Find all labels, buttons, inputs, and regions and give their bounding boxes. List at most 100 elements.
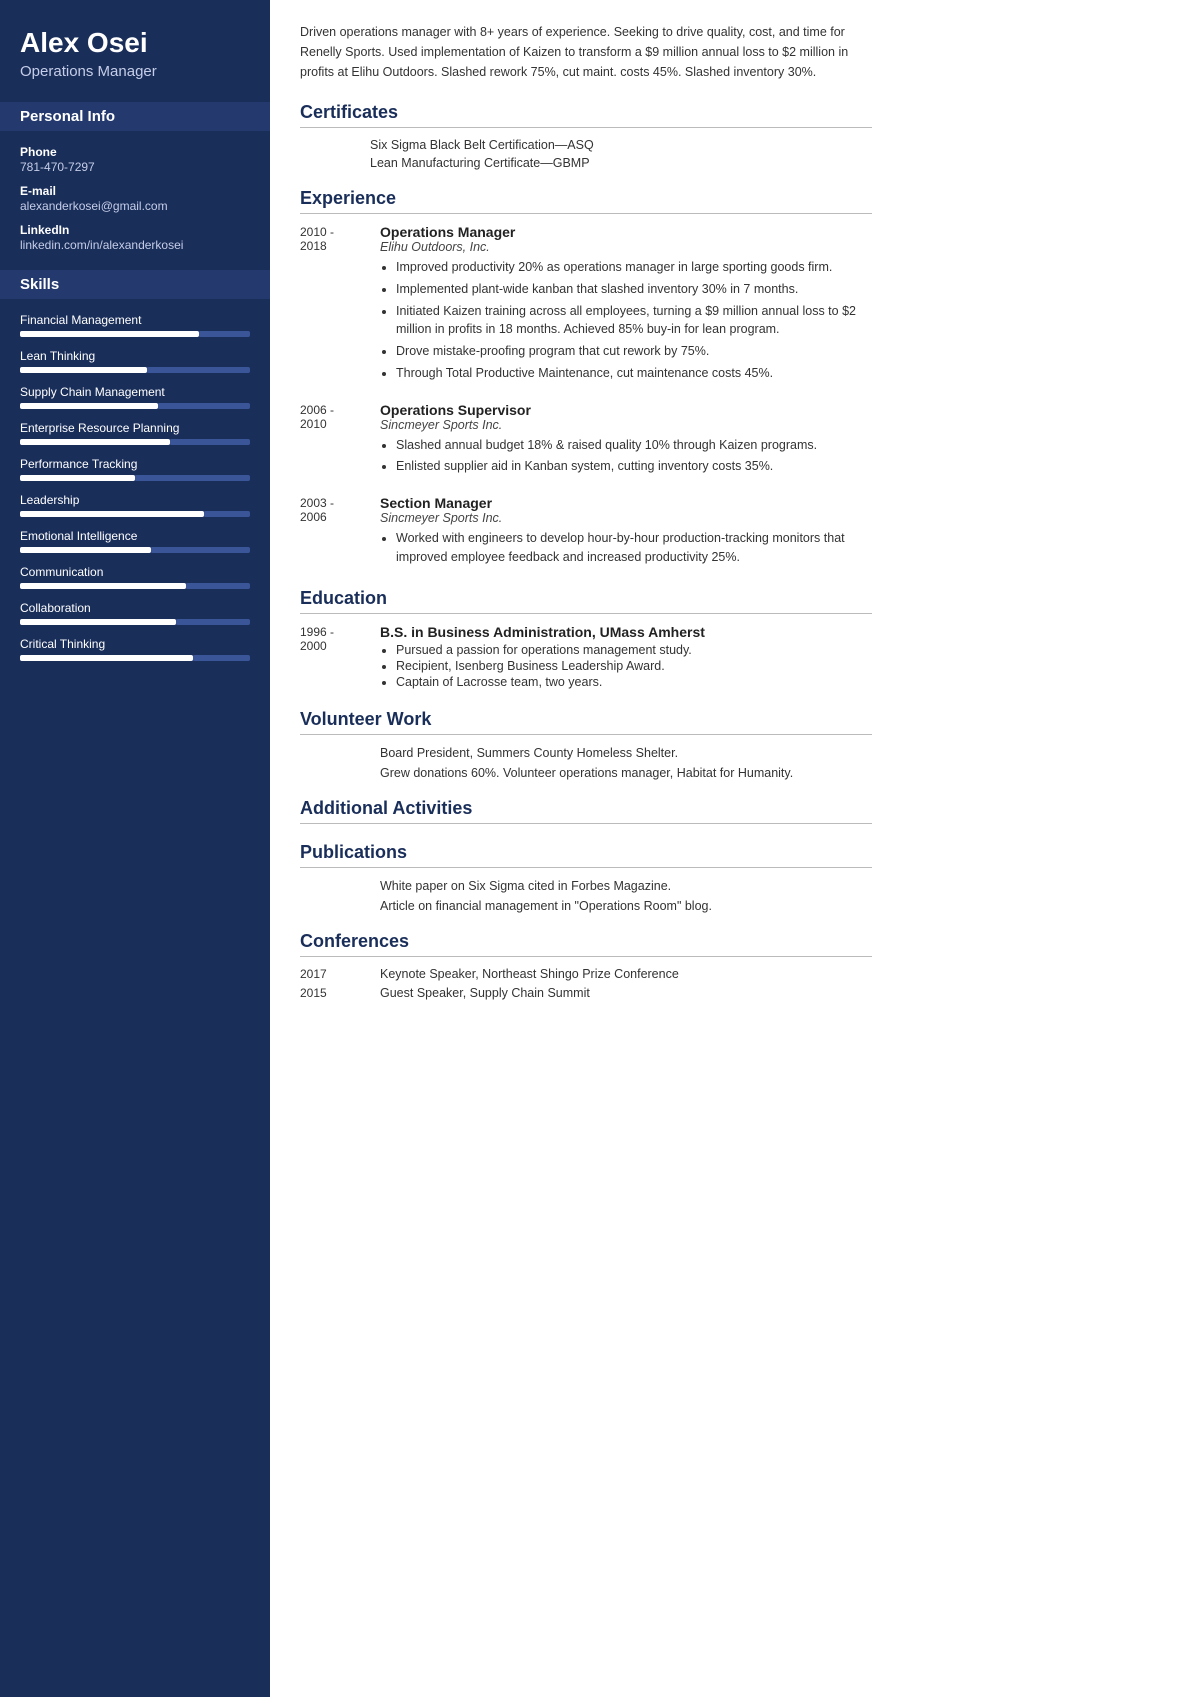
education-list: 1996 -2000 B.S. in Business Administrati… — [300, 624, 872, 691]
skill-bar — [20, 331, 250, 337]
skill-item: Enterprise Resource Planning — [20, 421, 250, 445]
publications-list: White paper on Six Sigma cited in Forbes… — [300, 878, 872, 913]
edu-degree: B.S. in Business Administration, UMass A… — [380, 624, 872, 640]
exp-bullet: Initiated Kaizen training across all emp… — [396, 302, 872, 340]
exp-content: Operations Manager Elihu Outdoors, Inc. … — [380, 224, 872, 386]
exp-job-title: Operations Manager — [380, 224, 872, 240]
cert-text: Lean Manufacturing Certificate—GBMP — [370, 156, 590, 170]
conferences-list: 2017 Keynote Speaker, Northeast Shingo P… — [300, 967, 872, 1000]
experience-entry: 2003 -2006 Section Manager Sincmeyer Spo… — [300, 495, 872, 570]
cert-text: Six Sigma Black Belt Certification—ASQ — [370, 138, 594, 152]
skill-bar — [20, 367, 250, 373]
experience-entry: 2010 -2018 Operations Manager Elihu Outd… — [300, 224, 872, 386]
exp-job-title: Section Manager — [380, 495, 872, 511]
volunteer-row: Grew donations 60%. Volunteer operations… — [380, 765, 872, 780]
skill-item: Collaboration — [20, 601, 250, 625]
main-content: Driven operations manager with 8+ years … — [270, 0, 900, 1697]
volunteer-list: Board President, Summers County Homeless… — [300, 745, 872, 780]
exp-dates: 2006 -2010 — [300, 402, 380, 480]
exp-dates: 2003 -2006 — [300, 495, 380, 570]
certificates-list: Six Sigma Black Belt Certification—ASQ Le… — [300, 138, 872, 170]
exp-content: Section Manager Sincmeyer Sports Inc. Wo… — [380, 495, 872, 570]
skill-bar — [20, 583, 250, 589]
skills-list: Financial Management Lean Thinking Suppl… — [20, 313, 250, 661]
sidebar: Alex Osei Operations Manager Personal In… — [0, 0, 270, 1697]
candidate-name: Alex Osei — [20, 28, 250, 59]
certificates-heading: Certificates — [300, 102, 872, 128]
edu-content: B.S. in Business Administration, UMass A… — [380, 624, 872, 691]
linkedin-label: LinkedIn — [20, 223, 250, 237]
conference-year: 2015 — [300, 986, 380, 1000]
skill-item: Lean Thinking — [20, 349, 250, 373]
exp-dates: 2010 -2018 — [300, 224, 380, 386]
exp-job-title: Operations Supervisor — [380, 402, 872, 418]
linkedin-value: linkedin.com/in/alexanderkosei — [20, 238, 250, 252]
experience-list: 2010 -2018 Operations Manager Elihu Outd… — [300, 224, 872, 570]
skill-item: Critical Thinking — [20, 637, 250, 661]
phone-label: Phone — [20, 145, 250, 159]
exp-company: Elihu Outdoors, Inc. — [380, 240, 872, 254]
edu-bullet: Pursued a passion for operations managem… — [396, 643, 872, 657]
conferences-heading: Conferences — [300, 931, 872, 957]
additional-heading: Additional Activities — [300, 798, 872, 824]
edu-bullet: Recipient, Isenberg Business Leadership … — [396, 659, 872, 673]
skill-name: Leadership — [20, 493, 250, 507]
conference-entry: 2017 Keynote Speaker, Northeast Shingo P… — [300, 967, 872, 981]
volunteer-heading: Volunteer Work — [300, 709, 872, 735]
skill-bar — [20, 475, 250, 481]
skill-name: Communication — [20, 565, 250, 579]
skill-name: Critical Thinking — [20, 637, 250, 651]
volunteer-text: Board President, Summers County Homeless… — [380, 746, 678, 760]
exp-bullet: Slashed annual budget 18% & raised quali… — [396, 436, 872, 455]
exp-content: Operations Supervisor Sincmeyer Sports I… — [380, 402, 872, 480]
skill-bar — [20, 655, 250, 661]
skill-name: Emotional Intelligence — [20, 529, 250, 543]
exp-company: Sincmeyer Sports Inc. — [380, 511, 872, 525]
exp-bullets: Slashed annual budget 18% & raised quali… — [380, 436, 872, 477]
exp-bullet: Through Total Productive Maintenance, cu… — [396, 364, 872, 383]
skill-name: Performance Tracking — [20, 457, 250, 471]
education-heading: Education — [300, 588, 872, 614]
skill-bar — [20, 619, 250, 625]
resume-container: Alex Osei Operations Manager Personal In… — [0, 0, 900, 1697]
skill-item: Financial Management — [20, 313, 250, 337]
personal-info-heading: Personal Info — [0, 102, 270, 131]
edu-dates: 1996 -2000 — [300, 624, 380, 691]
email-label: E-mail — [20, 184, 250, 198]
skill-item: Performance Tracking — [20, 457, 250, 481]
phone-value: 781-470-7297 — [20, 160, 250, 174]
summary-text: Driven operations manager with 8+ years … — [300, 22, 872, 82]
exp-bullet: Worked with engineers to develop hour-by… — [396, 529, 872, 567]
skills-heading: Skills — [0, 270, 270, 299]
publications-heading: Publications — [300, 842, 872, 868]
experience-heading: Experience — [300, 188, 872, 214]
exp-bullet: Enlisted supplier aid in Kanban system, … — [396, 457, 872, 476]
exp-bullets: Worked with engineers to develop hour-by… — [380, 529, 872, 567]
skill-bar — [20, 511, 250, 517]
publication-row: White paper on Six Sigma cited in Forbes… — [380, 878, 872, 893]
education-entry: 1996 -2000 B.S. in Business Administrati… — [300, 624, 872, 691]
volunteer-row: Board President, Summers County Homeless… — [380, 745, 872, 760]
conference-entry: 2015 Guest Speaker, Supply Chain Summit — [300, 986, 872, 1000]
exp-company: Sincmeyer Sports Inc. — [380, 418, 872, 432]
skill-name: Supply Chain Management — [20, 385, 250, 399]
skill-name: Collaboration — [20, 601, 250, 615]
conference-text: Keynote Speaker, Northeast Shingo Prize … — [380, 967, 679, 981]
edu-bullets: Pursued a passion for operations managem… — [380, 643, 872, 689]
exp-bullet: Improved productivity 20% as operations … — [396, 258, 872, 277]
publication-row: Article on financial management in "Oper… — [380, 898, 872, 913]
conference-year: 2017 — [300, 967, 380, 981]
skill-name: Lean Thinking — [20, 349, 250, 363]
exp-bullets: Improved productivity 20% as operations … — [380, 258, 872, 383]
skill-bar — [20, 439, 250, 445]
candidate-title: Operations Manager — [20, 63, 250, 80]
email-value: alexanderkosei@gmail.com — [20, 199, 250, 213]
skill-name: Financial Management — [20, 313, 250, 327]
skill-bar — [20, 403, 250, 409]
experience-entry: 2006 -2010 Operations Supervisor Sincmey… — [300, 402, 872, 480]
skill-name: Enterprise Resource Planning — [20, 421, 250, 435]
skills-section: Skills Financial Management Lean Thinkin… — [20, 270, 250, 661]
publication-text: White paper on Six Sigma cited in Forbes… — [380, 879, 671, 893]
cert-row: Lean Manufacturing Certificate—GBMP — [370, 156, 872, 170]
exp-bullet: Drove mistake-proofing program that cut … — [396, 342, 872, 361]
